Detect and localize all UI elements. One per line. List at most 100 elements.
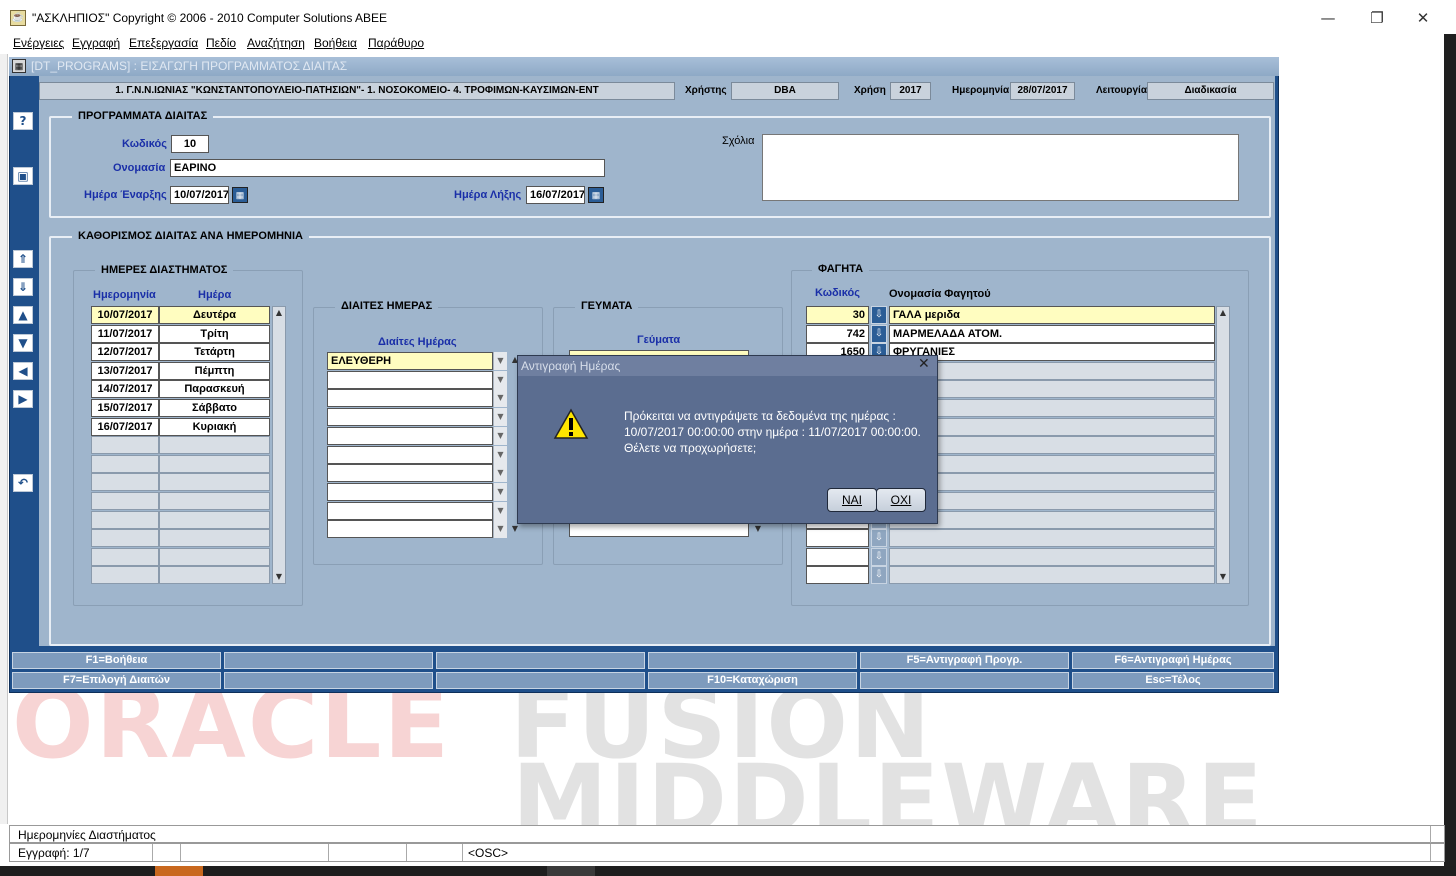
diet-field[interactable]: [327, 408, 493, 427]
day-date-cell[interactable]: 15/07/2017: [91, 399, 159, 417]
scroll-down-icon[interactable]: ▼: [509, 523, 521, 535]
diet-field[interactable]: [327, 464, 493, 483]
save-icon[interactable]: ▣: [13, 167, 33, 185]
scroll-up-icon[interactable]: ▲: [1217, 307, 1229, 319]
day-name-cell[interactable]: Σάββατο: [159, 399, 270, 417]
calendar-icon[interactable]: ▦: [232, 187, 248, 203]
fkey-blank[interactable]: [436, 652, 645, 669]
dropdown-arrow-icon[interactable]: ▼: [493, 426, 507, 445]
last-record-icon[interactable]: ⇓: [13, 278, 33, 296]
food-code-cell[interactable]: [806, 547, 869, 566]
foods-scrollbar[interactable]: [1216, 306, 1230, 584]
menu-record[interactable]: Εγγραφή: [72, 36, 120, 50]
food-name-cell[interactable]: [889, 566, 1215, 585]
dropdown-arrow-icon[interactable]: ▼: [493, 464, 507, 483]
next-block-icon[interactable]: ▶: [13, 390, 33, 408]
day-name-cell[interactable]: [159, 454, 270, 473]
day-date-cell[interactable]: [91, 473, 159, 492]
dropdown-arrow-icon[interactable]: ▼: [493, 408, 507, 427]
menu-help[interactable]: Βοήθεια: [314, 36, 357, 50]
diet-field[interactable]: [327, 520, 493, 539]
dropdown-arrow-icon[interactable]: ▼: [493, 482, 507, 501]
diet-field[interactable]: [327, 370, 493, 389]
taskbar-item[interactable]: [547, 866, 595, 876]
day-name-cell[interactable]: Τετάρτη: [159, 343, 270, 362]
food-name-cell[interactable]: ΜΑΡΜΕΛΑΔΑ ΑΤΟΜ.: [889, 324, 1215, 343]
day-name-cell[interactable]: Δευτέρα: [159, 306, 270, 324]
scroll-down-icon[interactable]: ▼: [273, 571, 285, 583]
day-date-cell[interactable]: 16/07/2017: [91, 417, 159, 436]
menu-actions[interactable]: Ενέργειες: [13, 36, 64, 50]
day-date-cell[interactable]: [91, 492, 159, 510]
day-name-cell[interactable]: [159, 510, 270, 529]
day-name-cell[interactable]: Παρασκευή: [159, 380, 270, 399]
code-field[interactable]: 10: [171, 135, 209, 153]
day-date-cell[interactable]: [91, 566, 159, 585]
list-of-values-icon[interactable]: ⇩: [871, 306, 887, 324]
dropdown-arrow-icon[interactable]: ▼: [493, 389, 507, 408]
fkey-blank[interactable]: [224, 672, 433, 689]
f10-commit-key[interactable]: F10=Καταχώριση: [648, 672, 857, 689]
undo-icon[interactable]: ↶: [13, 474, 33, 492]
day-name-cell[interactable]: Κυριακή: [159, 417, 270, 436]
day-name-cell[interactable]: [159, 436, 270, 455]
day-date-cell[interactable]: 14/07/2017: [91, 380, 159, 399]
yes-button[interactable]: ΝΑΙ: [827, 488, 877, 512]
end-date-field[interactable]: 16/07/2017: [526, 186, 585, 204]
dropdown-arrow-icon[interactable]: ▼: [493, 520, 507, 539]
day-name-cell[interactable]: [159, 529, 270, 548]
day-date-cell[interactable]: [91, 454, 159, 473]
f7-select-diets-key[interactable]: F7=Επιλογή Διαιτών: [12, 672, 221, 689]
first-record-icon[interactable]: ⇑: [13, 250, 33, 268]
day-date-cell[interactable]: 12/07/2017: [91, 343, 159, 362]
restore-button[interactable]: ❐: [1354, 6, 1400, 30]
minimize-button[interactable]: —: [1305, 6, 1351, 30]
fkey-blank[interactable]: [224, 652, 433, 669]
list-of-values-icon[interactable]: ⇩: [871, 324, 887, 343]
food-code-cell[interactable]: 742: [806, 324, 869, 343]
dialog-close-icon[interactable]: ✕: [918, 356, 930, 372]
diet-field[interactable]: [327, 445, 493, 464]
f1-help-key[interactable]: F1=Βοήθεια: [12, 652, 221, 669]
diet-field[interactable]: [327, 389, 493, 408]
menu-field[interactable]: Πεδίο: [206, 36, 236, 50]
fkey-blank[interactable]: [648, 652, 857, 669]
food-code-cell[interactable]: [806, 529, 869, 548]
scroll-down-icon[interactable]: ▼: [752, 523, 764, 535]
diet-field[interactable]: ΕΛΕΥΘΕΡΗ: [327, 352, 493, 370]
list-of-values-icon[interactable]: ⇩: [871, 566, 887, 585]
start-date-field[interactable]: 10/07/2017: [170, 186, 229, 204]
day-date-cell[interactable]: 13/07/2017: [91, 361, 159, 380]
food-name-cell[interactable]: ΓΑΛΑ μεριδα: [889, 306, 1215, 324]
day-name-cell[interactable]: [159, 547, 270, 566]
dropdown-arrow-icon[interactable]: ▼: [493, 445, 507, 464]
days-scrollbar[interactable]: [272, 306, 286, 584]
help-icon[interactable]: ?: [13, 112, 33, 130]
food-name-cell[interactable]: [889, 529, 1215, 548]
diet-field[interactable]: [327, 482, 493, 501]
scroll-up-icon[interactable]: ▲: [273, 307, 285, 319]
calendar-icon[interactable]: ▦: [588, 187, 604, 203]
menu-window[interactable]: Παράθυρο: [368, 36, 424, 50]
day-name-cell[interactable]: [159, 566, 270, 585]
dropdown-arrow-icon[interactable]: ▼: [493, 501, 507, 520]
food-name-cell[interactable]: [889, 547, 1215, 566]
fkey-blank[interactable]: [860, 672, 1069, 689]
comments-field[interactable]: [762, 134, 1239, 201]
no-button[interactable]: ΟΧΙ: [876, 488, 926, 512]
name-field[interactable]: ΕΑΡΙΝΟ: [170, 159, 605, 177]
day-date-cell[interactable]: [91, 510, 159, 529]
day-date-cell[interactable]: 11/07/2017: [91, 324, 159, 343]
day-date-cell[interactable]: [91, 529, 159, 548]
f5-copy-program-key[interactable]: F5=Αντιγραφή Προγρ.: [860, 652, 1069, 669]
food-code-cell[interactable]: 30: [806, 306, 869, 324]
day-name-cell[interactable]: [159, 473, 270, 492]
day-name-cell[interactable]: Πέμπτη: [159, 361, 270, 380]
dropdown-arrow-icon[interactable]: ▼: [493, 370, 507, 389]
esc-exit-key[interactable]: Esc=Τέλος: [1072, 672, 1274, 689]
day-date-cell[interactable]: [91, 436, 159, 455]
day-date-cell[interactable]: [91, 547, 159, 566]
taskbar-item[interactable]: [155, 866, 203, 876]
diet-field[interactable]: [327, 426, 493, 445]
day-date-cell[interactable]: 10/07/2017: [91, 306, 159, 324]
